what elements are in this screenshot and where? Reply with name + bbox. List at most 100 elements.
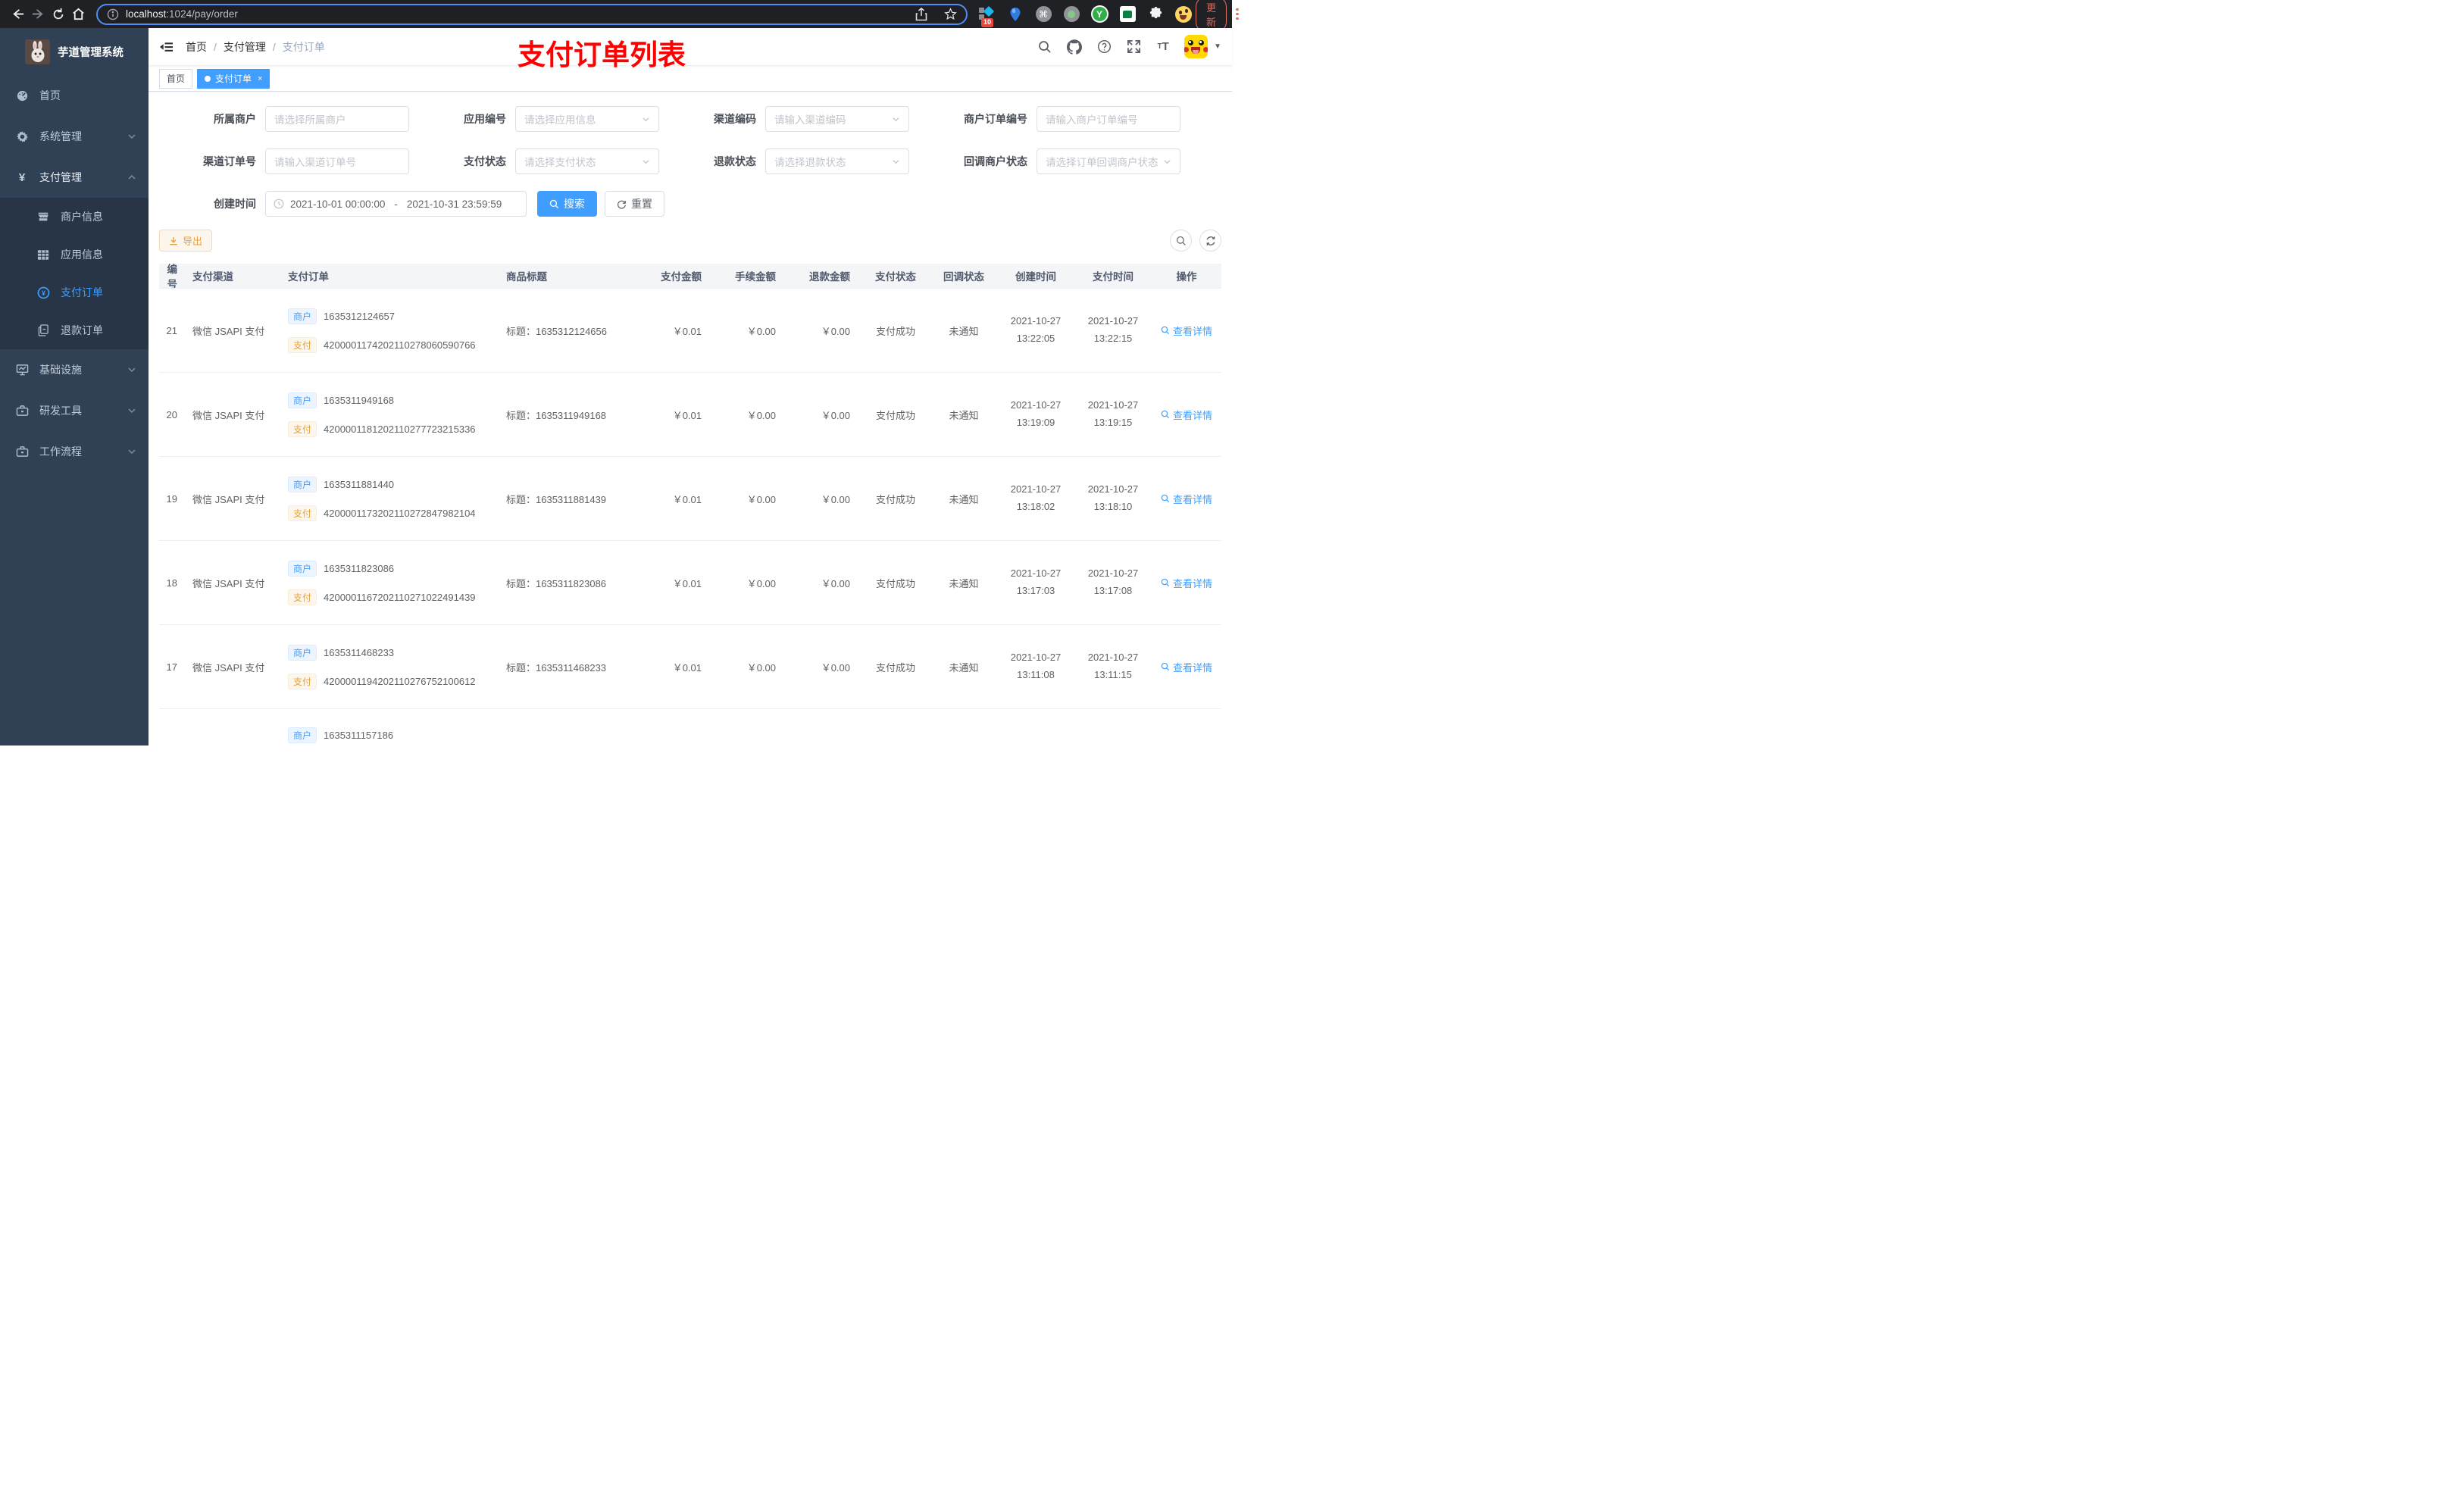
cell-action: 查看详情 (1152, 373, 1221, 456)
extension-y-icon[interactable]: Y (1090, 5, 1108, 23)
tab-pay-order[interactable]: 支付订单 × (197, 68, 270, 89)
chevron-down-icon (892, 115, 900, 123)
channel-pay-no: 4200001194202110276752100612 (324, 675, 476, 687)
cell-paid: 2021-10-27 13:17:08 (1087, 567, 1139, 596)
sidebar-item-system[interactable]: 系统管理 (0, 116, 149, 157)
sidebar-fold-icon[interactable] (159, 40, 174, 54)
breadcrumb-home[interactable]: 首页 (186, 39, 207, 55)
col-amount: 支付金额 (661, 271, 702, 283)
cell-paid: 2021-10-27 13:22:15 (1087, 315, 1139, 344)
merchant-order-no-filter-input[interactable]: 请输入商户订单编号 (1037, 106, 1180, 132)
sidebar-item-app-info[interactable]: 应用信息 (0, 236, 149, 274)
table-row-partial[interactable]: 商户 1635311157186 (159, 709, 1221, 746)
table-row[interactable]: 18 微信 JSAPI 支付 商户 1635311823086 支付 4200001… (159, 541, 1221, 625)
extension-dot-icon[interactable] (1062, 5, 1080, 23)
extension-pin-icon[interactable] (1006, 5, 1024, 23)
date-separator: - (394, 198, 398, 210)
info-icon[interactable] (107, 8, 119, 20)
notify-status-filter-select[interactable]: 请选择订单回调商户状态 (1037, 148, 1180, 174)
table-row[interactable]: 20 微信 JSAPI 支付 商户 1635311949168 支付 4200001… (159, 373, 1221, 457)
date-start-value: 2021-10-01 00:00:00 (290, 198, 386, 210)
home-icon[interactable] (71, 4, 86, 25)
pay-status-filter-label: 支付状态 (464, 155, 506, 167)
bookmark-star-icon[interactable] (944, 8, 957, 20)
active-tab-dot-icon (205, 75, 211, 82)
user-avatar[interactable] (1184, 35, 1209, 58)
refresh-button[interactable] (1199, 230, 1221, 252)
cell-pay-order: 商户 1635311881440 支付 4200001173202110272847… (283, 457, 502, 540)
create-time-range-input[interactable]: 2021-10-01 00:00:00 - 2021-10-31 23:59:5… (265, 191, 527, 217)
breadcrumb-pay[interactable]: 支付管理 (224, 39, 266, 55)
merchant-filter-input[interactable]: 请选择所属商户 (265, 106, 409, 132)
table-row[interactable]: 21 微信 JSAPI 支付 商户 1635312124657 支付 4200001… (159, 289, 1221, 373)
sidebar-logo[interactable]: 芋道管理系统 (0, 28, 149, 75)
cell-fee: ￥0.00 (746, 325, 776, 337)
help-icon[interactable] (1096, 39, 1112, 55)
sidebar-item-pay[interactable]: ¥ 支付管理 (0, 157, 149, 198)
sidebar-item-label: 退款订单 (61, 324, 103, 336)
gear-icon (15, 130, 29, 143)
extension-tag-manager-icon[interactable]: 10 (978, 5, 996, 27)
cell-paid: 2021-10-27 13:18:10 (1087, 483, 1139, 512)
merchant-filter-label: 所属商户 (214, 113, 256, 125)
pay-tag: 支付 (288, 420, 317, 437)
main-area: 支付订单列表 首页 / 支付管理 / 支付订单 T T ▼ 首页 支付订单 × … (149, 28, 1232, 746)
url-text[interactable]: localhost:1024/pay/order (126, 8, 915, 20)
view-detail-link[interactable]: 查看详情 (1161, 576, 1212, 590)
avatar-caret-icon[interactable]: ▼ (1214, 42, 1221, 51)
view-detail-link[interactable]: 查看详情 (1161, 324, 1212, 338)
chevron-down-icon (892, 158, 900, 166)
pay-tag: 支付 (288, 589, 317, 605)
table-toolbar: 导出 (159, 230, 1221, 252)
toggle-search-button[interactable] (1170, 230, 1192, 252)
chevron-up-icon (127, 173, 136, 182)
cell-fee: ￥0.00 (746, 577, 776, 589)
view-detail-link[interactable]: 查看详情 (1161, 660, 1212, 674)
cell-pay-order: 商户 1635311823086 支付 4200001167202110271022… (283, 541, 502, 624)
view-detail-link[interactable]: 查看详情 (1161, 408, 1212, 422)
refund-status-filter-select[interactable]: 请选择退款状态 (765, 148, 909, 174)
reset-button[interactable]: 重置 (605, 191, 664, 217)
address-bar[interactable]: localhost:1024/pay/order (96, 3, 968, 25)
sidebar-item-workflow[interactable]: 工作流程 (0, 431, 149, 472)
extension-chat-icon[interactable] (1118, 5, 1137, 23)
view-detail-link[interactable]: 查看详情 (1161, 492, 1212, 506)
close-tab-icon[interactable]: × (258, 74, 262, 83)
app-filter-select[interactable]: 请选择应用信息 (515, 106, 659, 132)
font-size-icon[interactable]: TT (1155, 39, 1171, 55)
browser-menu-icon[interactable] (1233, 8, 1242, 20)
table-row[interactable]: 19 微信 JSAPI 支付 商户 1635311881440 支付 4200001… (159, 457, 1221, 541)
export-button[interactable]: 导出 (159, 230, 213, 252)
cell-pay-order: 商户 1635311157186 (283, 727, 502, 743)
merchant-order-no: 1635311157186 (324, 730, 394, 741)
cell-id: 18 (166, 577, 177, 589)
back-icon[interactable] (11, 4, 25, 25)
pay-status-filter-select[interactable]: 请选择支付状态 (515, 148, 659, 174)
sidebar-item-home[interactable]: 首页 (0, 75, 149, 116)
sidebar-item-infra[interactable]: 基础设施 (0, 349, 149, 390)
sidebar-item-pay-order[interactable]: ¥ 支付订单 (0, 274, 149, 311)
fullscreen-icon[interactable] (1125, 39, 1142, 55)
extension-command-icon[interactable]: ⌘ (1034, 5, 1052, 23)
forward-icon[interactable] (31, 4, 45, 25)
sidebar-item-merchant-info[interactable]: 商户信息 (0, 198, 149, 236)
search-button[interactable]: 搜索 (537, 191, 597, 217)
briefcase-icon (15, 445, 29, 458)
profile-avatar-icon[interactable] (1174, 5, 1193, 23)
channel-code-filter-select[interactable]: 请输入渠道编码 (765, 106, 909, 132)
puzzle-icon[interactable] (1146, 5, 1165, 23)
search-icon[interactable] (1037, 39, 1053, 55)
tab-home[interactable]: 首页 (159, 68, 193, 89)
sidebar-item-devtools[interactable]: 研发工具 (0, 390, 149, 431)
cell-title: 标题：1635311823086 (506, 577, 607, 589)
sidebar-item-refund-order[interactable]: 退款订单 (0, 311, 149, 349)
reload-icon[interactable] (52, 4, 65, 25)
share-icon[interactable] (915, 7, 927, 21)
cell-notify: 未通知 (949, 325, 979, 337)
cell-channel: 微信 JSAPI 支付 (192, 325, 265, 337)
channel-order-no-filter-input[interactable]: 请输入渠道订单号 (265, 148, 409, 174)
github-icon[interactable] (1066, 39, 1083, 55)
merchant-order-no-filter-label: 商户订单编号 (964, 113, 1027, 125)
table-row[interactable]: 17 微信 JSAPI 支付 商户 1635311468233 支付 4200001… (159, 625, 1221, 709)
clock-icon (274, 198, 284, 209)
